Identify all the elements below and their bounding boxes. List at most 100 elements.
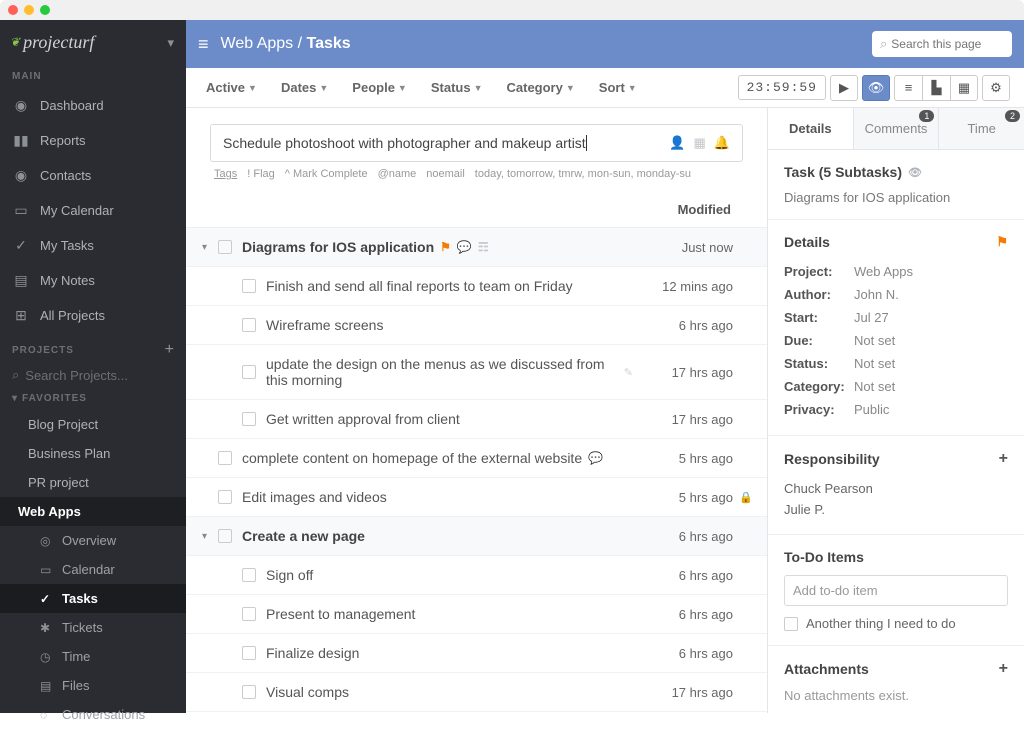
search-page[interactable]: ⌕ bbox=[872, 31, 1012, 57]
nav-item-my-tasks[interactable]: ✓My Tasks bbox=[0, 228, 186, 263]
task-checkbox[interactable] bbox=[242, 412, 256, 426]
nav-item-contacts[interactable]: ◉Contacts bbox=[0, 158, 186, 193]
task-row[interactable]: Visual comps 17 hrs ago bbox=[186, 673, 767, 712]
assignee-icon[interactable]: 👤 bbox=[669, 135, 685, 151]
project-item-web-apps[interactable]: Web Apps bbox=[0, 497, 186, 526]
window-minimize-dot[interactable] bbox=[24, 5, 34, 15]
todo-section-title: To-Do Items bbox=[784, 549, 864, 565]
tab-details[interactable]: Details bbox=[768, 108, 854, 149]
view-gantt-button[interactable]: ▙ bbox=[922, 75, 950, 101]
sub-item-conversations[interactable]: ◌Conversations bbox=[0, 700, 186, 729]
add-todo-input[interactable]: Add to-do item bbox=[784, 575, 1008, 606]
search-projects[interactable]: ⌕ Search Projects... bbox=[0, 363, 186, 389]
task-checkbox[interactable] bbox=[218, 451, 232, 465]
view-calendar-button[interactable]: ▦ bbox=[950, 75, 978, 101]
task-row[interactable]: update the design on the menus as we dis… bbox=[186, 345, 767, 400]
nav-label: Contacts bbox=[40, 168, 91, 183]
window-maximize-dot[interactable] bbox=[40, 5, 50, 15]
sub-icon: ✱ bbox=[40, 621, 54, 635]
add-responsibility-icon[interactable]: + bbox=[999, 450, 1008, 468]
task-row[interactable]: Wireframe screens 6 hrs ago bbox=[186, 306, 767, 345]
sub-item-tickets[interactable]: ✱Tickets bbox=[0, 613, 186, 642]
filter-sort[interactable]: Sort▼ bbox=[593, 75, 643, 100]
settings-button[interactable]: ⚙ bbox=[982, 75, 1010, 101]
task-row[interactable]: Finalize design 6 hrs ago bbox=[186, 634, 767, 673]
filter-dates[interactable]: Dates▼ bbox=[275, 75, 334, 100]
todo-item[interactable]: Another thing I need to do bbox=[784, 616, 1008, 631]
project-item-pr-project[interactable]: PR project bbox=[0, 468, 186, 497]
edit-icon[interactable]: ✎ bbox=[624, 366, 633, 379]
nav-item-reports[interactable]: ▮▮Reports bbox=[0, 123, 186, 158]
task-checkbox[interactable] bbox=[218, 240, 232, 254]
hamburger-icon[interactable]: ≡ bbox=[198, 34, 209, 55]
eye-icon[interactable]: 👁 bbox=[908, 166, 922, 179]
filter-people[interactable]: People▼ bbox=[346, 75, 413, 100]
notify-icon[interactable]: 🔔 bbox=[714, 135, 730, 151]
project-item-blog-project[interactable]: Blog Project bbox=[0, 410, 186, 439]
chevron-icon[interactable]: ▾ bbox=[202, 242, 214, 253]
todo-checkbox[interactable] bbox=[784, 617, 798, 631]
hint: Tags bbox=[214, 168, 237, 180]
subtask-icon[interactable]: ☶ bbox=[478, 240, 489, 254]
window-close-dot[interactable] bbox=[8, 5, 18, 15]
task-checkbox[interactable] bbox=[242, 318, 256, 332]
sub-icon: ✓ bbox=[40, 592, 54, 606]
chevron-icon[interactable]: ▾ bbox=[202, 531, 214, 542]
sub-item-overview[interactable]: ◎Overview bbox=[0, 526, 186, 555]
task-row[interactable]: complete content on homepage of the exte… bbox=[186, 439, 767, 478]
task-row[interactable]: Finish and send all final reports to tea… bbox=[186, 267, 767, 306]
tab-time[interactable]: Time2 bbox=[939, 108, 1024, 149]
caret-down-icon: ▼ bbox=[474, 83, 483, 93]
task-checkbox[interactable] bbox=[218, 490, 232, 504]
sub-item-time[interactable]: ◷Time bbox=[0, 642, 186, 671]
timer-play-button[interactable]: ▶ bbox=[830, 75, 858, 101]
favorites-header[interactable]: ▾ FAVORITES bbox=[0, 389, 186, 410]
nav-icon: ⊞ bbox=[12, 307, 30, 324]
filter-status[interactable]: Status▼ bbox=[425, 75, 489, 100]
add-project-icon[interactable]: + bbox=[165, 341, 174, 359]
sub-item-tasks[interactable]: ✓Tasks bbox=[0, 584, 186, 613]
section-main-title: MAIN bbox=[0, 63, 186, 88]
flag-icon[interactable]: ⚑ bbox=[996, 234, 1008, 250]
brand-header: ❦projecturf ▾ bbox=[0, 20, 186, 63]
nav-item-my-notes[interactable]: ▤My Notes bbox=[0, 263, 186, 298]
task-checkbox[interactable] bbox=[242, 607, 256, 621]
search-page-input[interactable] bbox=[891, 37, 1004, 51]
detail-field: Status:Not set bbox=[784, 352, 1008, 375]
task-row[interactable]: Present to management 6 hrs ago bbox=[186, 595, 767, 634]
flag-icon[interactable]: ⚑ bbox=[440, 240, 451, 254]
sub-item-calendar[interactable]: ▭Calendar bbox=[0, 555, 186, 584]
task-row[interactable]: Get written approval from client 17 hrs … bbox=[186, 400, 767, 439]
task-row[interactable]: Edit images and videos 5 hrs ago 🔒 bbox=[186, 478, 767, 517]
brand-chevron-icon[interactable]: ▾ bbox=[167, 35, 174, 51]
add-attachment-icon[interactable]: + bbox=[999, 660, 1008, 678]
tab-badge: 2 bbox=[1005, 110, 1020, 122]
nav-item-dashboard[interactable]: ◉Dashboard bbox=[0, 88, 186, 123]
task-row[interactable]: ▾ Diagrams for IOS application⚑💬☶ Just n… bbox=[186, 228, 767, 267]
nav-label: My Calendar bbox=[40, 203, 114, 218]
nav-item-all-projects[interactable]: ⊞All Projects bbox=[0, 298, 186, 333]
tab-comments[interactable]: Comments1 bbox=[854, 108, 940, 149]
new-task-box[interactable]: Schedule photoshoot with photographer an… bbox=[210, 124, 743, 162]
date-icon[interactable]: ▦ bbox=[694, 135, 706, 151]
project-item-business-plan[interactable]: Business Plan bbox=[0, 439, 186, 468]
task-checkbox[interactable] bbox=[242, 568, 256, 582]
task-checkbox[interactable] bbox=[218, 529, 232, 543]
filter-category[interactable]: Category▼ bbox=[501, 75, 581, 100]
task-checkbox[interactable] bbox=[242, 365, 256, 379]
nav-icon: ◉ bbox=[12, 97, 30, 114]
comment-icon[interactable]: 💬 bbox=[588, 451, 603, 465]
filter-active[interactable]: Active▼ bbox=[200, 75, 263, 100]
task-row[interactable]: Sign off 6 hrs ago bbox=[186, 556, 767, 595]
task-checkbox[interactable] bbox=[242, 685, 256, 699]
comment-icon[interactable]: 💬 bbox=[457, 240, 472, 254]
sub-item-files[interactable]: ▤Files bbox=[0, 671, 186, 700]
hint: ! Flag bbox=[247, 168, 275, 180]
modified-column-label[interactable]: Modified bbox=[678, 202, 731, 217]
view-list-button[interactable]: ≡ bbox=[894, 75, 922, 101]
watch-button[interactable]: 👁 bbox=[862, 75, 890, 101]
task-checkbox[interactable] bbox=[242, 646, 256, 660]
task-checkbox[interactable] bbox=[242, 279, 256, 293]
task-row[interactable]: ▾ Create a new page 6 hrs ago bbox=[186, 517, 767, 556]
nav-item-my-calendar[interactable]: ▭My Calendar bbox=[0, 193, 186, 228]
